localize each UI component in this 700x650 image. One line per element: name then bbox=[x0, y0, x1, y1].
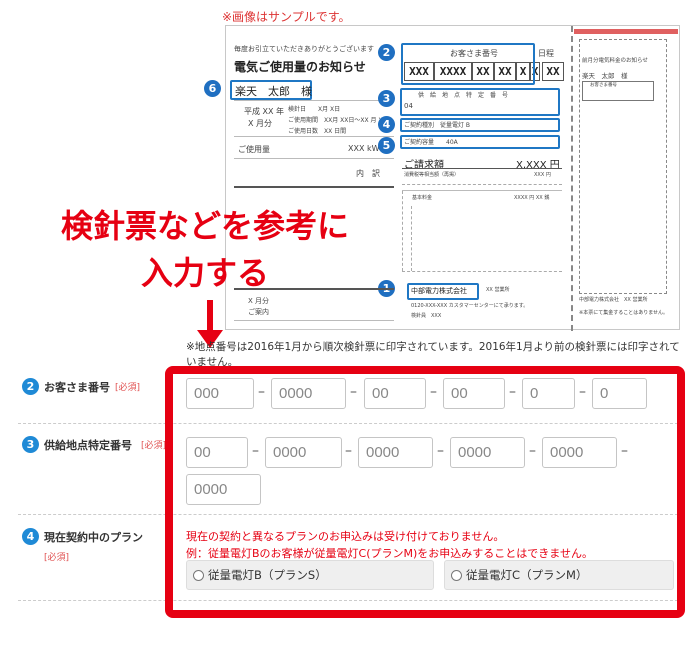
plan-label-text: 現在契約中のプラン bbox=[44, 530, 143, 544]
instruction-line-1: 検針票などを参考に bbox=[60, 207, 349, 245]
sheet-month: X 月分 bbox=[248, 119, 273, 128]
tax-label: 消費税等相当額（再掲） bbox=[404, 172, 460, 178]
stub-title: 前月分電気料金のお知らせ bbox=[582, 58, 648, 64]
office-name: XX 営業所 bbox=[486, 287, 510, 293]
badge-4: 4 bbox=[378, 116, 395, 133]
sheet-title: 電気ご使用量のお知らせ bbox=[234, 60, 366, 74]
instruction-overlay: 検針票などを参考に 入力する bbox=[20, 203, 390, 297]
sheet-era: 平成 XX 年 bbox=[244, 107, 285, 116]
required-badge: [必須] bbox=[44, 553, 70, 563]
badge-5: 5 bbox=[378, 137, 395, 154]
customer-box-7: XX bbox=[542, 62, 564, 81]
stub-note: ※本票にて集金することはありません。 bbox=[579, 310, 669, 316]
customer-number-row-label: 2 お客さま番号 [必須] bbox=[22, 378, 140, 395]
badge-6: 6 bbox=[204, 80, 221, 97]
meter-line-2: ご使用期間 XX月 XX日～XX 月 X bbox=[288, 117, 383, 124]
required-badge: [必須] bbox=[141, 441, 167, 451]
supply-point-row-label: 3 供給地点特定番号 [必須] bbox=[22, 436, 166, 453]
supply-point-label-text: 供給地点特定番号 bbox=[44, 438, 132, 452]
bottom-month: X 月分 bbox=[248, 297, 270, 305]
required-badge: [必須] bbox=[115, 383, 141, 393]
badge-3: 3 bbox=[378, 90, 395, 107]
sheet-customer-name: 楽天 太郎 様 bbox=[235, 85, 312, 98]
usage-label: ご使用量 bbox=[238, 145, 270, 154]
company-name: 中部電力株式会社 bbox=[411, 287, 467, 295]
supply-point-label: 供 給 地 点 特 定 番 号 bbox=[418, 92, 509, 99]
badge-2: 2 bbox=[378, 44, 395, 61]
sheet-red-strip bbox=[574, 29, 678, 34]
contract-type: ご契約種別 従量電灯 B bbox=[404, 122, 471, 129]
supply-point-first: 04 bbox=[404, 102, 413, 110]
sample-note: ※画像はサンプルです。 bbox=[222, 10, 351, 24]
customer-number-highlight bbox=[401, 43, 535, 85]
plan-row-label: 4 現在契約中のプラン bbox=[22, 528, 143, 545]
instruction-line-2: 入力する bbox=[140, 254, 269, 292]
input-area-highlight-frame bbox=[165, 366, 685, 618]
customer-number-label-text: お客さま番号 bbox=[44, 380, 110, 394]
tax-value: XXX 円 bbox=[534, 172, 551, 178]
meter-reader: 検針員 XXX bbox=[411, 313, 442, 319]
breakdown-label: 内 訳 bbox=[356, 169, 380, 178]
stub-customer-box bbox=[582, 81, 654, 101]
contract-capacity: ご契約容量 40A bbox=[404, 139, 458, 146]
step-2-icon: 2 bbox=[22, 378, 39, 395]
base-fee-value: XXXX 円 XX 銭 bbox=[514, 195, 550, 201]
stub-name: 楽天 太郎 様 bbox=[582, 72, 628, 80]
stub-company: 中部電力株式会社 XX 営業所 bbox=[579, 297, 648, 303]
meter-line-3: ご使用日数 XX 日間 bbox=[288, 128, 347, 135]
base-fee-label: 基本料金 bbox=[412, 195, 433, 201]
date-label: 日程 bbox=[538, 49, 554, 58]
step-4-icon: 4 bbox=[22, 528, 39, 545]
company-tel: 0120-XXX-XXX カスタマーセンターにて承ります。 bbox=[411, 303, 529, 309]
step-3-icon: 3 bbox=[22, 436, 39, 453]
meter-line-1: 検針日 X月 X日 bbox=[288, 106, 341, 113]
sheet-greeting: 毎度お引立ていただきありがとうございます bbox=[234, 45, 374, 53]
usage-value: XXX kW bbox=[348, 144, 380, 153]
bottom-info: ご案内 bbox=[248, 308, 269, 316]
